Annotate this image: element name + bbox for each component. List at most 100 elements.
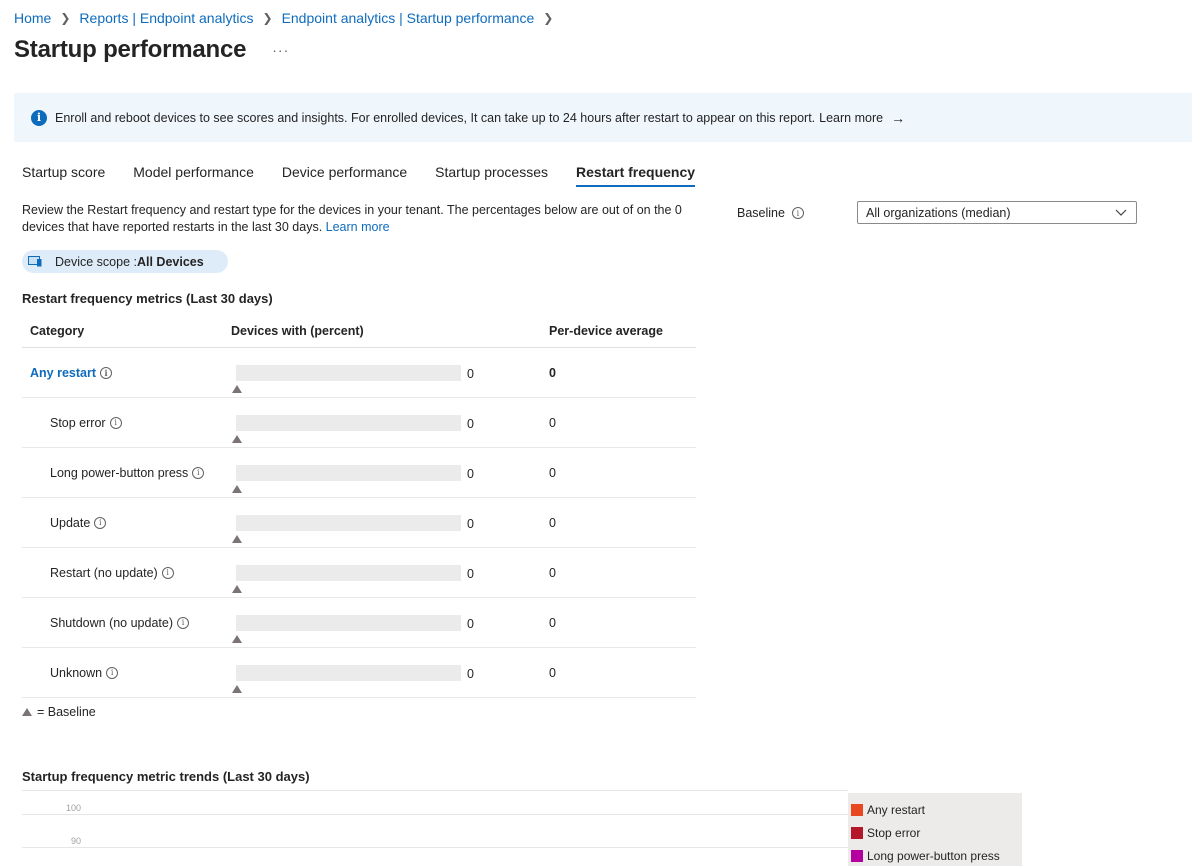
baseline-marker-icon bbox=[232, 434, 242, 443]
percent-bar bbox=[236, 514, 461, 531]
category-cell: Long power-button press i bbox=[22, 466, 231, 480]
category-cell: Shutdown (no update) i bbox=[22, 616, 231, 630]
tab-startup-processes[interactable]: Startup processes bbox=[435, 158, 548, 187]
tab-model-performance[interactable]: Model performance bbox=[133, 158, 254, 187]
description: Review the Restart frequency and restart… bbox=[22, 202, 712, 236]
per-device-average-value: 0 bbox=[549, 665, 556, 680]
category-label: Update bbox=[50, 515, 91, 530]
legend-swatch bbox=[851, 803, 863, 816]
baseline-dropdown[interactable]: All organizations (median) bbox=[857, 201, 1137, 224]
info-icon[interactable]: i bbox=[100, 366, 112, 379]
percent-value: 0 bbox=[467, 666, 474, 681]
table-row: Restart (no update) i 0 0 bbox=[22, 548, 696, 598]
per-device-average-value: 0 bbox=[549, 365, 556, 380]
table-row: Unknown i 0 0 bbox=[22, 648, 696, 698]
info-icon[interactable]: i bbox=[791, 207, 804, 219]
info-icon[interactable]: i bbox=[106, 666, 119, 679]
tab-startup-score[interactable]: Startup score bbox=[22, 158, 105, 187]
baseline-marker-icon bbox=[232, 684, 242, 693]
category-label: Shutdown (no update) bbox=[50, 615, 174, 630]
banner-text: Enroll and reboot devices to see scores … bbox=[55, 110, 816, 125]
category-cell[interactable]: Any restart i bbox=[22, 366, 231, 380]
breadcrumb-home[interactable]: Home bbox=[14, 10, 51, 26]
device-scope-value: All Devices bbox=[136, 254, 204, 269]
restart-metrics-table: Category Devices with (percent) Per-devi… bbox=[22, 314, 696, 698]
legend-label: Any restart bbox=[867, 802, 926, 817]
legend-item-stop-error[interactable]: Stop error bbox=[848, 821, 1022, 844]
baseline-marker-icon bbox=[22, 708, 32, 716]
category-label: Any restart bbox=[30, 365, 96, 380]
column-header-category: Category bbox=[30, 323, 85, 338]
legend-item-any-restart[interactable]: Any restart bbox=[848, 798, 1022, 821]
breadcrumb-reports[interactable]: Reports | Endpoint analytics bbox=[79, 10, 253, 26]
percent-cell: 0 bbox=[231, 648, 549, 698]
per-device-average-value: 0 bbox=[549, 615, 556, 630]
devices-icon bbox=[28, 256, 42, 267]
info-icon[interactable]: i bbox=[109, 416, 122, 429]
category-cell: Update i bbox=[22, 516, 231, 530]
arrow-right-icon: → bbox=[891, 109, 906, 126]
info-icon[interactable]: i bbox=[94, 516, 107, 529]
baseline-marker-icon bbox=[232, 484, 242, 493]
percent-value: 0 bbox=[467, 616, 474, 631]
per-device-average-value: 0 bbox=[549, 515, 556, 530]
table-body: Any restart i 0 0 Stop error i 0 0 Long power-bu… bbox=[22, 348, 696, 698]
legend-label: Stop error bbox=[867, 825, 921, 840]
baseline-marker-icon bbox=[232, 584, 242, 593]
breadcrumb: Home ❯ Reports | Endpoint analytics ❯ En… bbox=[14, 10, 562, 26]
legend-item-long-power-button-press[interactable]: Long power-button press bbox=[848, 844, 1022, 866]
tab-restart-frequency[interactable]: Restart frequency bbox=[576, 158, 696, 187]
trends-chart-svg: 100 90 bbox=[22, 790, 848, 848]
percent-value: 0 bbox=[467, 516, 474, 531]
category-label: Restart (no update) bbox=[50, 565, 158, 580]
legend-swatch bbox=[851, 826, 863, 839]
description-learn-more-link[interactable]: Learn more bbox=[326, 220, 390, 234]
trends-chart: 100 90 bbox=[22, 790, 848, 866]
table-row: Any restart i 0 0 bbox=[22, 348, 696, 398]
percent-cell: 0 bbox=[231, 598, 549, 648]
baseline-selected-value: All organizations (median) bbox=[866, 205, 1011, 220]
chevron-right-icon: ❯ bbox=[60, 11, 71, 25]
table-header: Category Devices with (percent) Per-devi… bbox=[22, 314, 696, 348]
tab-device-performance[interactable]: Device performance bbox=[282, 158, 407, 187]
trends-legend: Any restart Stop error Long power-button… bbox=[848, 793, 1022, 866]
category-label: Unknown bbox=[50, 665, 103, 680]
legend-swatch bbox=[851, 849, 863, 862]
percent-cell: 0 bbox=[231, 498, 549, 548]
chevron-right-icon: ❯ bbox=[262, 11, 273, 25]
device-scope-label: Device scope : bbox=[55, 254, 137, 269]
category-label: Stop error bbox=[50, 415, 106, 430]
percent-bar bbox=[236, 364, 461, 381]
legend-label: Long power-button press bbox=[867, 848, 1000, 863]
percent-cell: 0 bbox=[231, 398, 549, 448]
percent-bar bbox=[236, 414, 461, 431]
device-scope-pill[interactable]: Device scope : All Devices bbox=[22, 250, 228, 273]
info-icon[interactable]: i bbox=[161, 566, 174, 579]
banner-learn-more-link[interactable]: Learn more bbox=[819, 111, 883, 125]
table-row: Long power-button press i 0 0 bbox=[22, 448, 696, 498]
table-row: Shutdown (no update) i 0 0 bbox=[22, 598, 696, 648]
category-label: Long power-button press bbox=[50, 465, 189, 480]
baseline-label-text: Baseline bbox=[737, 206, 785, 220]
breadcrumb-startup-performance[interactable]: Endpoint analytics | Startup performance bbox=[282, 10, 535, 26]
info-icon[interactable]: i bbox=[177, 616, 190, 629]
baseline-marker-icon bbox=[232, 384, 242, 393]
baseline-marker-icon bbox=[232, 534, 242, 543]
info-icon[interactable]: i bbox=[192, 466, 205, 479]
info-icon: i bbox=[31, 109, 47, 126]
column-header-devices-percent: Devices with (percent) bbox=[231, 323, 364, 338]
percent-bar bbox=[236, 664, 461, 681]
table-row: Stop error i 0 0 bbox=[22, 398, 696, 448]
percent-cell: 0 bbox=[231, 548, 549, 598]
page-title: Startup performance bbox=[14, 36, 247, 63]
table-row: Update i 0 0 bbox=[22, 498, 696, 548]
more-options-button[interactable]: ··· bbox=[272, 42, 289, 58]
percent-cell: 0 bbox=[231, 448, 549, 498]
trends-section-title: Startup frequency metric trends (Last 30… bbox=[22, 769, 310, 784]
percent-value: 0 bbox=[467, 416, 474, 431]
per-device-average-value: 0 bbox=[549, 465, 556, 480]
category-cell: Unknown i bbox=[22, 666, 231, 680]
y-tick-label: 90 bbox=[71, 836, 81, 846]
info-banner: i Enroll and reboot devices to see score… bbox=[14, 93, 1192, 142]
per-device-average-value: 0 bbox=[549, 565, 556, 580]
